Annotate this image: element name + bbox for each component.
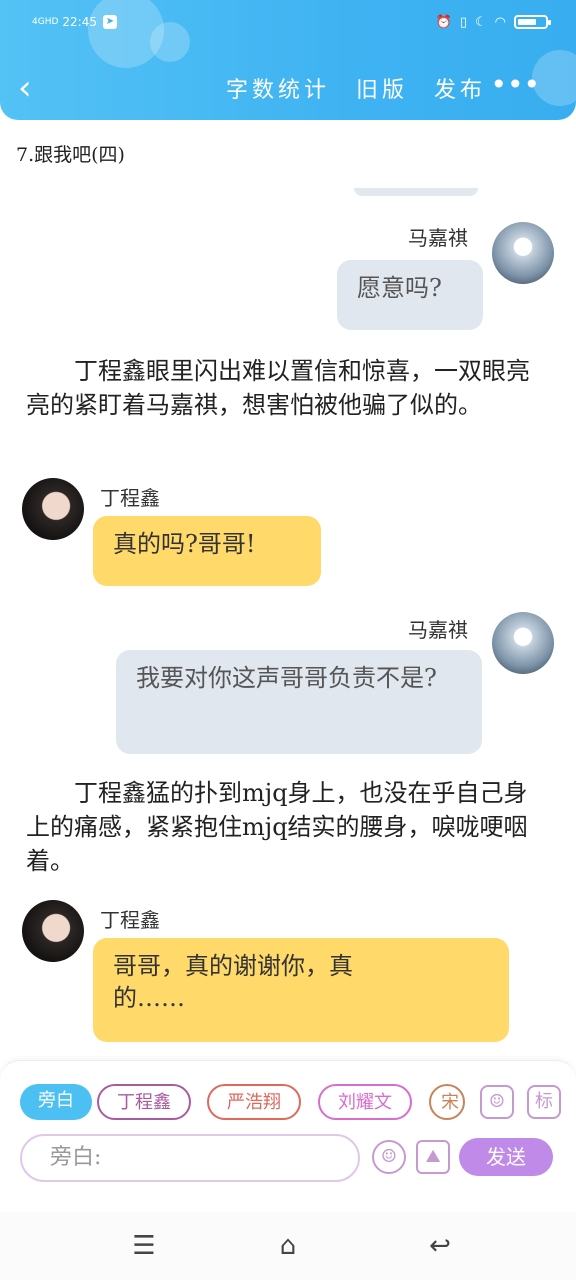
clock: 22:45 <box>62 15 97 29</box>
message-bubble[interactable]: 真的吗?哥哥! <box>93 516 321 586</box>
role-chip-narration[interactable]: 旁白 <box>20 1084 92 1120</box>
role-chip-dingchengxin[interactable]: 丁程鑫 <box>97 1084 191 1120</box>
message-bubble[interactable]: 愿意吗? <box>337 260 483 330</box>
tag-button[interactable]: 标 <box>527 1085 561 1119</box>
more-dots-icon: ••• <box>490 68 540 101</box>
header-actions: 字数统计 旧版 发布 <box>226 72 486 104</box>
narration-text[interactable]: 丁程鑫眼里闪出难以置信和惊喜，一双眼亮亮的紧盯着马嘉祺，想害怕被他骗了似的。 <box>26 354 546 422</box>
menu-icon[interactable]: ☰ <box>124 1230 164 1262</box>
speaker-name: 丁程鑫 <box>100 908 160 932</box>
app-header: 4GHD 22:45 ➤ ⏰ ▯ ☾ ◠ ‹ 字数统计 旧版 发布 ••• <box>0 0 576 120</box>
message-bubble[interactable]: 哥哥，真的谢谢你，真的…… <box>93 938 509 1042</box>
vibrate-icon: ▯ <box>459 14 467 30</box>
system-nav-bar: ☰ ⌂ ↩ <box>0 1212 576 1280</box>
navigation-icon: ➤ <box>103 15 117 29</box>
publish-button[interactable]: 发布 <box>434 72 486 104</box>
old-version-button[interactable]: 旧版 <box>356 72 408 104</box>
role-chip-liuyaowen[interactable]: 刘耀文 <box>318 1084 412 1120</box>
chapter-title: 7.跟我吧(四) <box>16 144 125 166</box>
moon-icon: ☾ <box>475 14 487 30</box>
status-bar: 4GHD 22:45 ➤ ⏰ ▯ ☾ ◠ <box>32 10 551 34</box>
avatar[interactable] <box>492 612 554 674</box>
back-button[interactable]: ‹ <box>18 70 46 106</box>
chevron-left-icon: ‹ <box>18 68 32 108</box>
battery-icon <box>514 15 551 29</box>
avatar[interactable] <box>22 900 84 962</box>
send-button[interactable]: 发送 <box>459 1138 553 1176</box>
avatar[interactable] <box>492 222 554 284</box>
role-chip-yanhaoxiang[interactable]: 严浩翔 <box>207 1084 301 1120</box>
status-icons: ⏰ ▯ ☾ ◠ <box>435 14 551 30</box>
message-input[interactable]: 旁白: <box>20 1134 360 1182</box>
role-chip-song[interactable]: 宋 <box>429 1084 465 1120</box>
speaker-name: 马嘉祺 <box>408 618 468 642</box>
character-icon[interactable]: ☺ <box>480 1085 514 1119</box>
speaker-name: 丁程鑫 <box>100 486 160 510</box>
speaker-name: 马嘉祺 <box>408 226 468 250</box>
avatar[interactable] <box>22 478 84 540</box>
message-bubble[interactable]: 我要对你这声哥哥负责不是? <box>116 650 482 754</box>
wifi-icon: ◠ <box>494 14 506 30</box>
more-button[interactable]: ••• <box>490 70 540 100</box>
narration-text[interactable]: 丁程鑫猛的扑到mjq身上，也没在乎自己身上的痛感，紧紧抱住mjq结实的腰身，唳咙… <box>26 776 546 878</box>
image-icon[interactable]: ⛰ <box>416 1140 450 1174</box>
network-indicator: 4GHD <box>32 16 59 27</box>
previous-bubble-edge <box>354 188 478 196</box>
back-nav-icon[interactable]: ↩ <box>420 1230 460 1262</box>
word-count-button[interactable]: 字数统计 <box>226 72 330 104</box>
alarm-icon: ⏰ <box>435 14 452 30</box>
home-icon[interactable]: ⌂ <box>268 1230 308 1262</box>
emoji-icon[interactable]: ☺ <box>372 1140 406 1174</box>
